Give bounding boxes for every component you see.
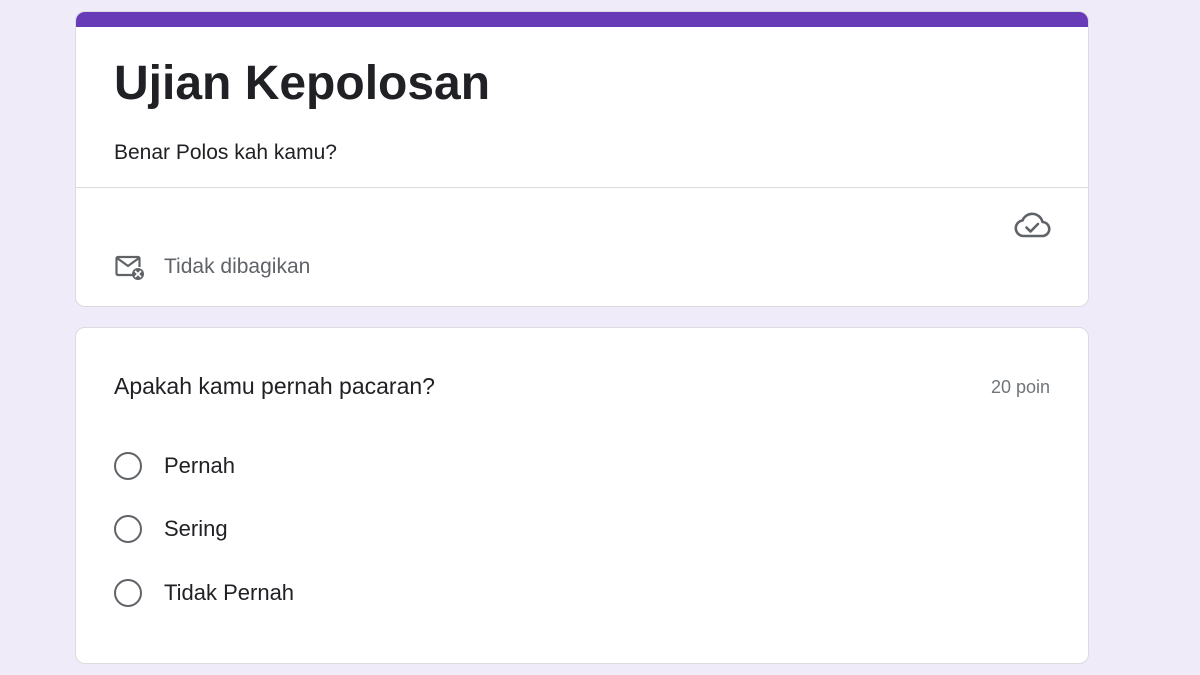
form-description: Benar Polos kah kamu? (114, 141, 337, 164)
question-card: Apakah kamu pernah pacaran? 20 poin Pern… (75, 327, 1089, 664)
question-title: Apakah kamu pernah pacaran? (114, 373, 435, 399)
share-status-label: Tidak dibagikan (164, 255, 311, 278)
option-tidak-pernah[interactable]: Tidak Pernah (114, 575, 294, 611)
radio-button[interactable] (114, 515, 142, 543)
form-title: Ujian Kepolosan (114, 57, 491, 110)
header-divider (76, 187, 1088, 188)
cloud-done-icon[interactable] (1013, 210, 1051, 240)
radio-button[interactable] (114, 452, 142, 480)
mail-off-icon (114, 252, 146, 282)
form-header-card: Ujian Kepolosan Benar Polos kah kamu? Ti… (75, 11, 1089, 307)
option-label: Sering (164, 516, 228, 541)
theme-accent-bar (76, 12, 1088, 27)
option-sering[interactable]: Sering (114, 511, 228, 547)
option-label: Tidak Pernah (164, 580, 295, 605)
question-points: 20 poin (990, 377, 1050, 397)
radio-button[interactable] (114, 579, 142, 607)
option-label: Pernah (164, 453, 235, 478)
option-pernah[interactable]: Pernah (114, 448, 235, 484)
form-page: Ujian Kepolosan Benar Polos kah kamu? Ti… (0, 0, 1200, 675)
share-status-row: Tidak dibagikan (114, 252, 310, 282)
